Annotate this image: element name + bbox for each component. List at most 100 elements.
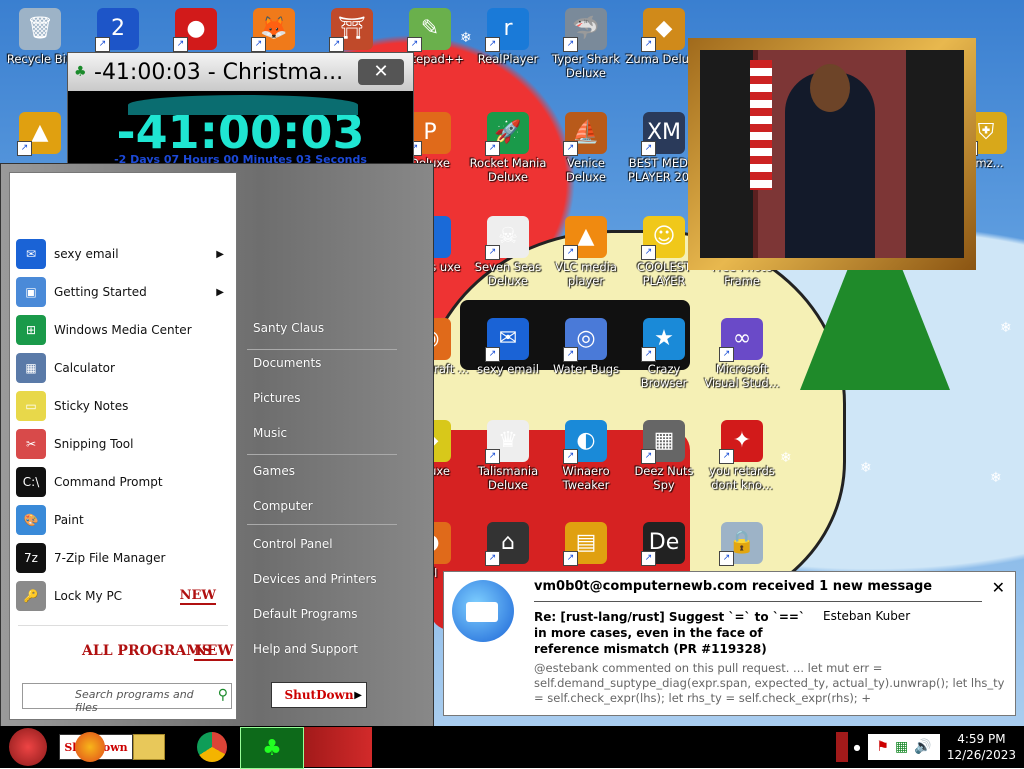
desktop-icon-de[interactable]: De ↗: [624, 522, 704, 566]
shutdown-options-arrow[interactable]: ▶: [354, 690, 362, 701]
countdown-window[interactable]: ♣ -41:00:03 - Christma... ✕ -41:00:03 -2…: [67, 52, 414, 166]
icon-glyph: ⛵: [572, 120, 600, 145]
desktop-icon-lock[interactable]: 🔒 ↗: [702, 522, 782, 566]
desktop-icon-firefox[interactable]: 🦊 ↗: [234, 8, 314, 52]
venice-icon: ⛵ ↗: [563, 112, 607, 156]
icon-glyph: ◐: [576, 428, 596, 453]
network-icon[interactable]: ▦: [895, 739, 908, 755]
desktop-icon-realplayer[interactable]: r ↗ RealPlayer: [468, 8, 548, 66]
desktop-icon-sevenseas[interactable]: ☠ ↗ Seven Seas Deluxe: [468, 216, 548, 288]
all-programs-new-badge: NEW: [194, 643, 234, 661]
countdown-taskbar-button[interactable]: ♣: [240, 727, 304, 769]
desktop-icon-winaero[interactable]: ◐ ↗ Winaero Tweaker: [546, 420, 626, 492]
start-item-paint[interactable]: 🎨 Paint: [16, 503, 230, 537]
start-item-sticky-notes[interactable]: ▭ Sticky Notes: [16, 389, 230, 423]
start-item-sexy-email[interactable]: ✉ sexy email ▶: [16, 237, 230, 271]
start-item-label: Getting Started: [54, 285, 147, 299]
start-link-default-programs[interactable]: Default Programs: [253, 607, 358, 621]
message-subject[interactable]: Re: [rust-lang/rust] Suggest `=` to `==`…: [534, 609, 814, 657]
desktop-icon-label: Water Bugs: [552, 362, 620, 376]
desktop-icon-venice[interactable]: ⛵ ↗ Venice Deluxe: [546, 112, 626, 184]
clock[interactable]: 4:59 PM 12/26/2023: [947, 731, 1016, 763]
sevenseas-icon: ☠ ↗: [485, 216, 529, 260]
house-icon: ⌂ ↗: [485, 522, 529, 566]
submenu-arrow-icon[interactable]: ▶: [216, 249, 224, 260]
desktop-icon-label: Deez Nuts Spy: [634, 464, 694, 492]
icon-glyph: ▣: [25, 285, 37, 299]
start-link-computer[interactable]: Computer: [253, 499, 313, 513]
mail-notification[interactable]: vm0b0t@computernewb.com received 1 new m…: [443, 571, 1016, 716]
shutdown-button[interactable]: ShutDown ▶: [271, 682, 367, 708]
start-link-control-panel[interactable]: Control Panel: [253, 537, 333, 551]
icon-glyph: ●: [186, 16, 206, 41]
desktop-icon-talismania[interactable]: ♛ ↗ Talismania Deluxe: [468, 420, 548, 492]
notification-header: vm0b0t@computernewb.com received 1 new m…: [534, 579, 933, 594]
close-button[interactable]: ✕: [358, 59, 404, 85]
shortcut-arrow-icon: ↗: [485, 551, 500, 566]
icon-glyph: ▦: [653, 428, 675, 453]
search-programs-input[interactable]: Search programs and files ⚲: [22, 683, 232, 714]
firefox-icon: [75, 732, 105, 762]
desktop-icon-deeznuts[interactable]: ▦ ↗ Deez Nuts Spy: [624, 420, 704, 492]
desktop-icon-sexyemail[interactable]: ✉ ↗ sexy email: [468, 318, 548, 376]
shortcut-arrow-icon: ↗: [719, 449, 734, 464]
all-programs-link[interactable]: ALL PROGRAMS: [82, 643, 212, 659]
start-menu-programs: ✉ sexy email ▶ ▣ Getting Started ▶ ⊞ Windows Me…: [9, 172, 237, 720]
desktop-icon-house[interactable]: ⌂ ↗: [468, 522, 548, 566]
xmplay-icon: XM ↗: [641, 112, 685, 156]
desktop-icon-vs[interactable]: ∞ ↗ Microsoft Visual Stud...: [702, 318, 782, 390]
start-item-label: Sticky Notes: [54, 399, 129, 413]
start-item-lock-my-pc[interactable]: 🔑 Lock My PC NEW: [16, 579, 230, 613]
desktop-icon-waterbugs[interactable]: ◎ ↗ Water Bugs: [546, 318, 626, 376]
start-link-devices-and-printers[interactable]: Devices and Printers: [253, 572, 377, 586]
desktop-icon-red[interactable]: ● ↗: [156, 8, 236, 52]
start-item-7-zip-file-manager[interactable]: 7z 7-Zip File Manager: [16, 541, 230, 575]
snipping-tool-icon: ✂: [16, 429, 46, 459]
icon-glyph: ✉: [498, 326, 518, 351]
start-link-pictures[interactable]: Pictures: [253, 391, 301, 405]
action-center-icon[interactable]: ⚑: [876, 739, 889, 755]
submenu-arrow-icon[interactable]: ▶: [216, 287, 224, 298]
start-link-documents[interactable]: Documents: [253, 356, 321, 370]
desktop-icon-sonic[interactable]: 2 ↗: [78, 8, 158, 52]
icon-glyph: r: [503, 16, 513, 41]
desktop-icon-rocketmania[interactable]: 🚀 ↗ Rocket Mania Deluxe: [468, 112, 548, 184]
start-button[interactable]: [2, 727, 54, 767]
start-link-music[interactable]: Music: [253, 426, 287, 440]
icon-glyph: ▲: [31, 120, 49, 145]
desktop-icon-typershark[interactable]: 🦈 ↗ Typer Shark Deluxe: [546, 8, 626, 80]
start-item-getting-started[interactable]: ▣ Getting Started ▶: [16, 275, 230, 309]
start-link-help-and-support[interactable]: Help and Support: [253, 642, 358, 656]
snowflake-icon: ❄: [990, 470, 1002, 486]
shortcut-arrow-icon: ↗: [485, 37, 500, 52]
countdown-titlebar[interactable]: ♣ -41:00:03 - Christma... ✕: [68, 53, 413, 91]
start-item-snipping-tool[interactable]: ✂ Snipping Tool: [16, 427, 230, 461]
chrome-taskbar-button[interactable]: [192, 727, 232, 767]
icon-glyph: XM: [646, 120, 682, 145]
desktop-icon-crazybrowser[interactable]: ★ ↗ Crazy Browser: [624, 318, 704, 390]
search-icon[interactable]: ⚲: [218, 687, 228, 703]
icon-glyph: 7z: [24, 551, 38, 565]
shortcut-arrow-icon: ↗: [329, 37, 344, 52]
start-item-calculator[interactable]: ▦ Calculator: [16, 351, 230, 385]
photo-frame-taskbar-button[interactable]: [304, 727, 372, 767]
close-button[interactable]: ✕: [992, 578, 1005, 597]
start-link-games[interactable]: Games: [253, 464, 295, 478]
desktop-icon-cabinet[interactable]: ▤ ↗: [546, 522, 626, 566]
firefox-taskbar-button[interactable]: [72, 727, 108, 767]
volume-icon[interactable]: 🔊: [914, 739, 931, 755]
icon-glyph: 🎨: [23, 513, 39, 527]
shortcut-arrow-icon: ↗: [17, 141, 32, 156]
start-link-santy-claus[interactable]: Santy Claus: [253, 321, 324, 335]
start-item-command-prompt[interactable]: C:\ Command Prompt: [16, 465, 230, 499]
photo-frame-widget[interactable]: [688, 38, 976, 270]
message-sender: Esteban Kuber: [823, 609, 911, 623]
notepadpp-icon: ✎ ↗: [407, 8, 451, 52]
firefox-icon: 🦊 ↗: [251, 8, 295, 52]
desktop-icon-vlc[interactable]: ▲ ↗ VLC media player: [546, 216, 626, 288]
desktop-icon-retards[interactable]: ✦ ↗ you retards dont kno...: [702, 420, 782, 492]
explorer-taskbar-button[interactable]: [130, 727, 168, 767]
show-hidden-icons[interactable]: ●: [832, 727, 864, 767]
start-item-windows-media-center[interactable]: ⊞ Windows Media Center: [16, 313, 230, 347]
desktop-icon-gate[interactable]: ⛩ ↗: [312, 8, 392, 52]
